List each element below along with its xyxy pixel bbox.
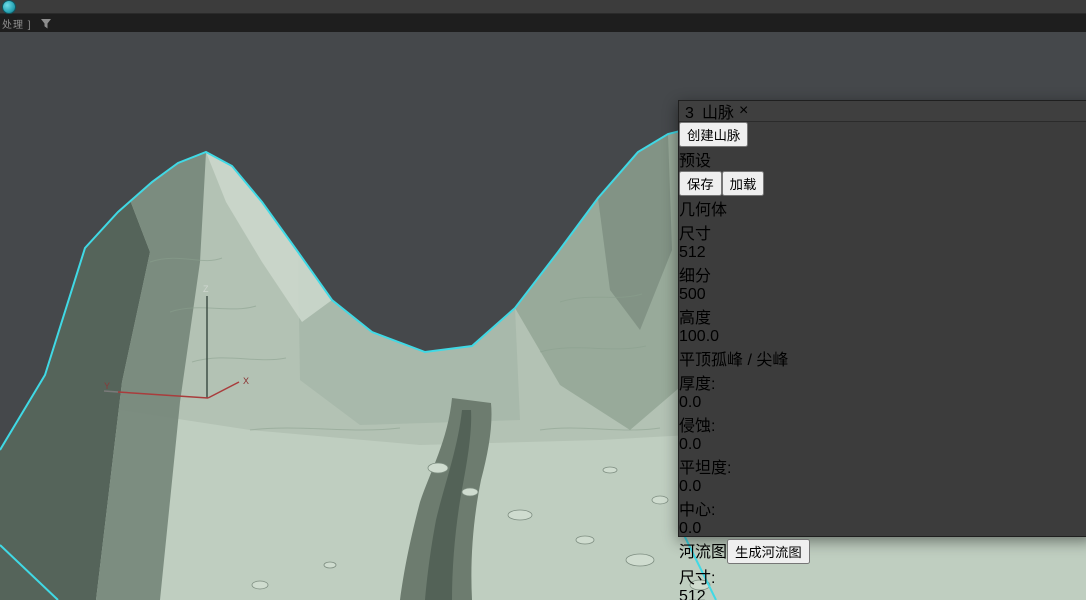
center-value[interactable]: 0.0 [679, 520, 701, 537]
application-window: 处理 ] [0, 0, 1086, 600]
dialog-title: 山脉 [702, 99, 734, 123]
erosion-value[interactable]: 0.0 [679, 436, 701, 453]
river-size-label: 尺寸: [679, 570, 715, 587]
dialog-titlebar[interactable]: 3 山脉 × [679, 101, 1086, 122]
presets-title: 预设 [679, 153, 711, 170]
river-size-value[interactable]: 512 [679, 588, 706, 600]
axis-y-label: Y [104, 381, 110, 391]
presets-group: 预设保存加载 [679, 147, 1086, 196]
flatness-label: 平坦度: [679, 460, 731, 477]
generate-river-map-button[interactable]: 生成河流图 [727, 539, 810, 564]
filter-funnel-icon[interactable] [40, 17, 52, 29]
geometry-size-row: 尺寸512 [679, 220, 1086, 262]
dialog-column: 创建山脉预设保存加载几何体尺寸512细分500高度100.0平顶孤峰 / 尖峰厚… [679, 122, 1086, 600]
preset-save-button[interactable]: 保存 [679, 171, 722, 196]
erosion-field[interactable]: 0.0 [679, 436, 1086, 454]
thickness-row: 厚度:0.0 [679, 370, 1086, 412]
geometry-subdivision-value[interactable]: 500 [679, 286, 706, 303]
geometry-title: 几何体 [679, 202, 727, 219]
river-size-field[interactable]: 512 [679, 588, 1086, 600]
maxscript-dialog-icon: 3 [685, 105, 697, 117]
center-label: 中心: [679, 502, 715, 519]
flatness-value[interactable]: 0.0 [679, 478, 701, 495]
window-top-strip [0, 0, 1086, 14]
create-mountain-button[interactable]: 创建山脉 [679, 122, 748, 147]
geometry-height-value[interactable]: 100.0 [679, 328, 719, 345]
axis-x-label: X [243, 376, 249, 386]
toolbar-label: 处理 ] [2, 16, 32, 31]
axis-z-label: Z [203, 284, 209, 294]
erosion-row: 侵蚀:0.0 [679, 412, 1086, 454]
center-row: 中心:0.0 [679, 496, 1086, 538]
geometry-subdivision-field[interactable]: 500 [679, 286, 1086, 304]
preset-load-button[interactable]: 加载 [722, 171, 765, 196]
thickness-label: 厚度: [679, 376, 715, 393]
toolbar: 处理 ] [0, 14, 1086, 32]
mountain-dialog: 3 山脉 × 创建山脉预设保存加载几何体尺寸512细分500高度100.0平顶孤… [678, 100, 1086, 537]
geometry-height-field[interactable]: 100.0 [679, 328, 1086, 346]
geometry-size-field[interactable]: 512 [679, 244, 1086, 262]
thickness-value[interactable]: 0.0 [679, 394, 701, 411]
flat-top-peak-group: 平顶孤峰 / 尖峰厚度:0.0侵蚀:0.0平坦度:0.0中心:0.0 [679, 346, 1086, 538]
close-icon[interactable]: × [739, 102, 748, 120]
geometry-subdivision-row: 细分500 [679, 262, 1086, 304]
flat-top-peak-title: 平顶孤峰 / 尖峰 [679, 352, 788, 369]
button-row: 保存加载 [679, 171, 1086, 196]
erosion-label: 侵蚀: [679, 418, 715, 435]
river-map-group: 河流图生成河流图尺寸:512随机性:0.8衰减:0.5支流:8 [679, 538, 1086, 600]
river-map-title: 河流图 [679, 544, 727, 561]
dialog-content: 创建山脉预设保存加载几何体尺寸512细分500高度100.0平顶孤峰 / 尖峰厚… [679, 122, 1086, 600]
geometry-size-value[interactable]: 512 [679, 244, 706, 261]
app-icon[interactable] [2, 0, 16, 14]
center-field[interactable]: 0.0 [679, 520, 1086, 538]
flatness-row: 平坦度:0.0 [679, 454, 1086, 496]
thickness-field[interactable]: 0.0 [679, 394, 1086, 412]
geometry-height-label: 高度 [679, 310, 711, 327]
river-size-row: 尺寸:512 [679, 564, 1086, 600]
geometry-group: 几何体尺寸512细分500高度100.0 [679, 196, 1086, 346]
geometry-subdivision-label: 细分 [679, 268, 711, 285]
flatness-field[interactable]: 0.0 [679, 478, 1086, 496]
geometry-size-label: 尺寸 [679, 226, 711, 243]
geometry-height-row: 高度100.0 [679, 304, 1086, 346]
